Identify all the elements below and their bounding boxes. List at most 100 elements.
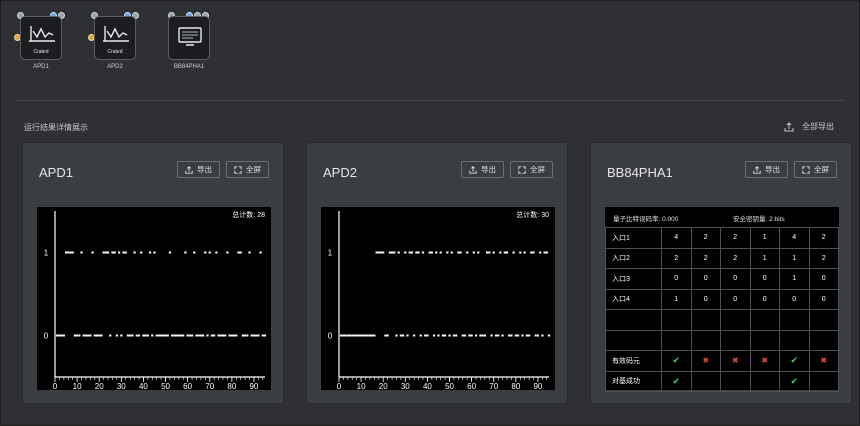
data-point (455, 334, 458, 337)
data-point (348, 334, 352, 337)
data-point (545, 251, 548, 254)
data-point (459, 251, 462, 254)
cross-icon: ✖ (749, 350, 780, 372)
x-tick-label: 80 (227, 382, 236, 390)
data-point (129, 334, 132, 337)
device-apd2[interactable]: Crated APD2 (88, 12, 140, 84)
device-apd1[interactable]: Crated APD1 (14, 12, 66, 84)
data-point (164, 334, 167, 337)
data-point (426, 334, 429, 337)
export-label: 导出 (481, 165, 496, 174)
fullscreen-button[interactable]: 全屏 (226, 161, 269, 178)
row-label: 入口4 (605, 288, 662, 310)
device-tile-label: Crated (107, 49, 123, 55)
data-point (263, 334, 267, 337)
check-icon: ✔ (779, 370, 810, 392)
fullscreen-icon (518, 165, 526, 174)
data-point (62, 334, 65, 337)
export-button[interactable]: 导出 (745, 161, 788, 178)
data-point (144, 334, 147, 337)
data-point (368, 334, 372, 337)
cross-icon: ✖ (808, 350, 839, 372)
y-tick-label: 0 (44, 332, 49, 341)
table-cell: 2 (720, 227, 751, 249)
data-point (523, 251, 526, 254)
data-point (226, 251, 229, 254)
data-point (463, 334, 467, 337)
table-cell: 0 (720, 288, 751, 310)
fullscreen-label: 全屏 (246, 165, 261, 174)
data-point (342, 334, 345, 337)
data-point (135, 334, 138, 337)
data-point (188, 334, 191, 337)
table-cell: 0 (690, 288, 721, 310)
table-cell: 0 (661, 268, 692, 290)
fullscreen-icon (234, 165, 242, 174)
section-title: 运行结果详情展示 (24, 123, 88, 132)
data-point (237, 251, 240, 254)
data-point (439, 251, 442, 254)
waveform-icon (103, 26, 129, 42)
fullscreen-button[interactable]: 全屏 (794, 161, 837, 178)
card-title: APD1 (39, 165, 73, 180)
data-point (193, 251, 196, 254)
data-point (58, 334, 61, 337)
table-cell (690, 370, 721, 392)
data-point (481, 334, 484, 337)
fullscreen-label: 全屏 (814, 165, 829, 174)
data-point (492, 251, 495, 254)
data-point (246, 334, 249, 337)
data-point (131, 334, 134, 337)
data-point (530, 251, 533, 254)
data-point (80, 251, 83, 254)
data-point (153, 251, 156, 254)
table-cell (749, 370, 780, 392)
data-point (421, 251, 425, 254)
total-count-value: 28 (257, 212, 265, 219)
data-point (182, 334, 185, 337)
data-point (126, 334, 130, 337)
table-cell: 4 (661, 227, 692, 249)
data-point (390, 251, 394, 254)
data-point (184, 251, 187, 254)
data-point (366, 334, 369, 337)
data-point (157, 334, 160, 337)
table-cell (661, 329, 692, 351)
data-point (118, 251, 121, 254)
data-point (190, 334, 194, 337)
data-point (428, 251, 431, 254)
data-point (402, 334, 405, 337)
data-point (219, 334, 222, 337)
device-bb84pha1[interactable]: BB84PHA1 (164, 12, 214, 84)
data-point (399, 334, 402, 337)
fullscreen-button[interactable]: 全屏 (510, 161, 553, 178)
data-point (419, 334, 422, 337)
export-icon (469, 165, 477, 174)
x-tick-label: 30 (401, 382, 410, 390)
x-tick-label: 70 (205, 382, 214, 390)
table-row: 入口3 0 0 0 0 1 0 (605, 268, 839, 290)
data-point (444, 334, 447, 337)
data-point (435, 251, 438, 254)
data-point (208, 251, 211, 254)
table-cell: 1 (749, 247, 780, 269)
data-point (60, 334, 63, 337)
data-point (155, 334, 158, 337)
data-point (382, 251, 385, 254)
divider (16, 100, 844, 101)
x-tick-label: 40 (139, 382, 148, 390)
data-point (393, 251, 396, 254)
data-point (67, 251, 70, 254)
data-point (499, 251, 502, 254)
data-point (505, 251, 509, 254)
x-tick-label: 20 (95, 382, 104, 390)
export-button[interactable]: 导出 (461, 161, 504, 178)
table-cell: 2 (661, 247, 692, 269)
export-all-button[interactable]: 全部导出 (784, 121, 834, 132)
data-point (355, 334, 358, 337)
data-point (516, 334, 520, 337)
row-label: 入口3 (605, 268, 662, 290)
card-title: APD2 (323, 165, 357, 180)
export-button[interactable]: 导出 (177, 161, 220, 178)
scatter-plot: 0 10 20 30 40 50 60 70 80 90 0 1 (328, 211, 551, 390)
